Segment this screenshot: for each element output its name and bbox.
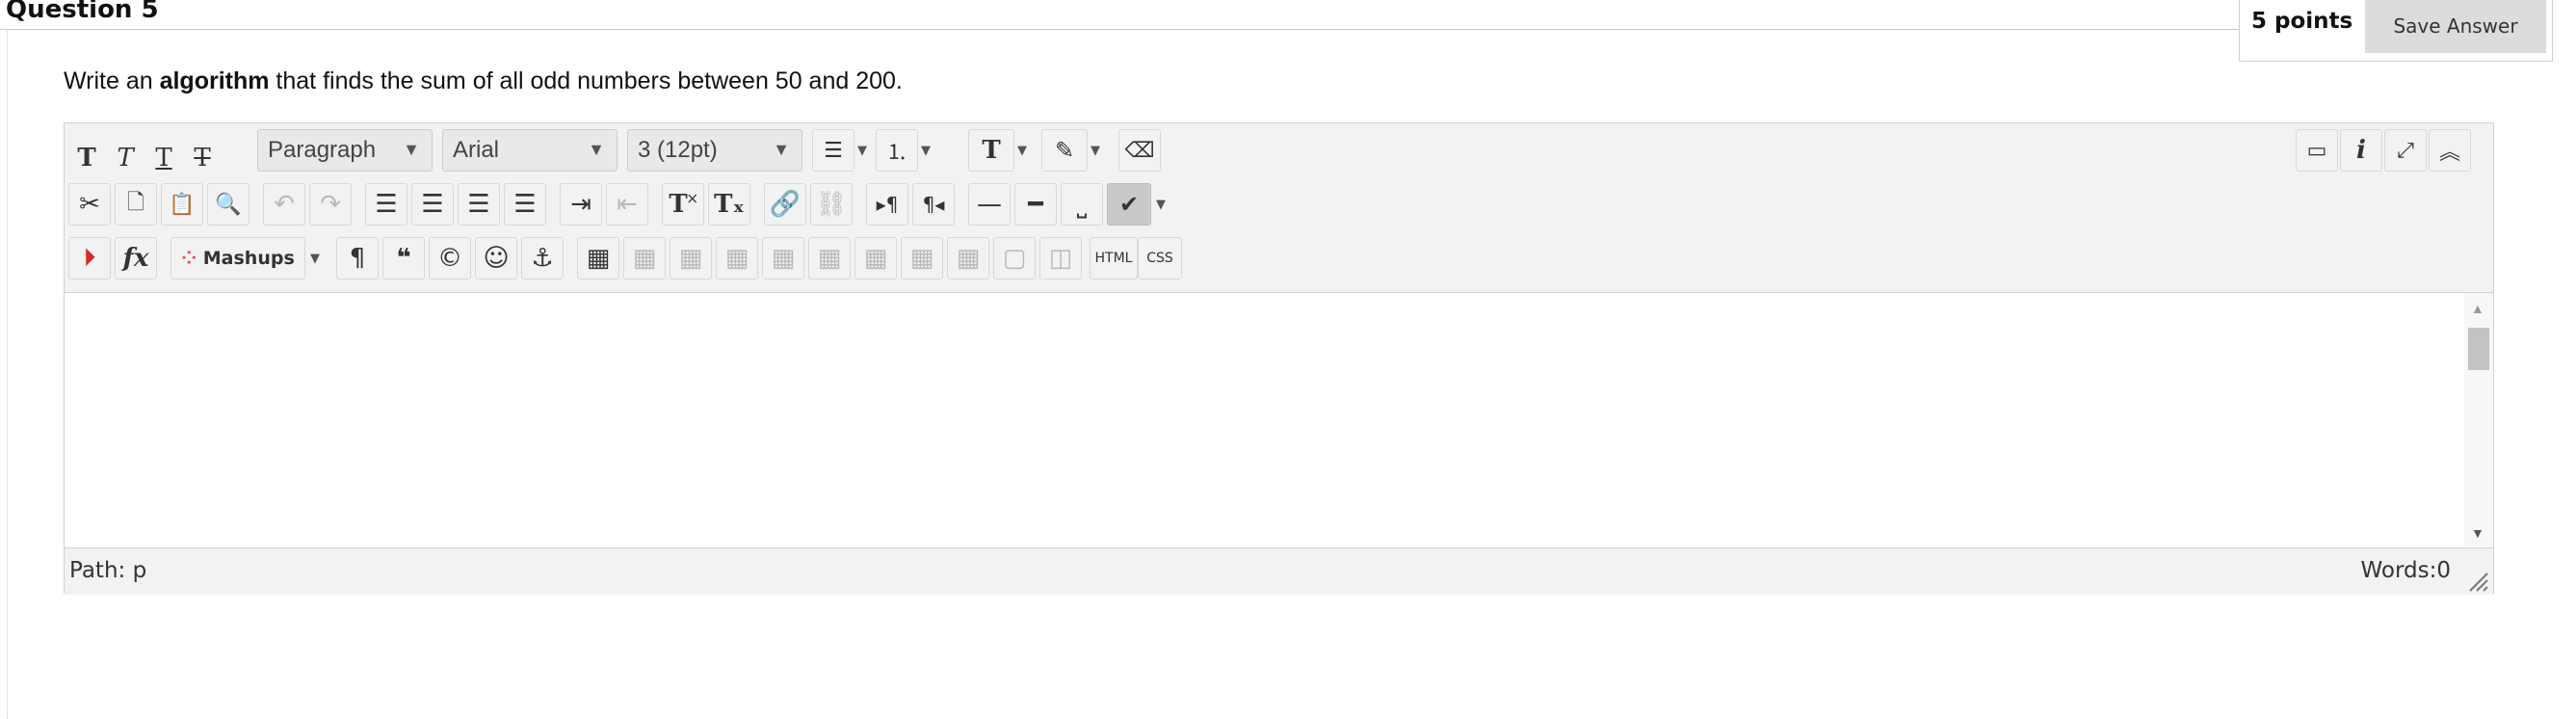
table-merge-cells-icon[interactable]: ▦	[947, 237, 989, 280]
outdent-icon[interactable]: ⇤	[606, 183, 648, 226]
table-cell-props-icon[interactable]: ▢	[993, 237, 1036, 280]
font-size-select[interactable]: 3 (12pt) ▼	[627, 129, 802, 172]
youtube-icon[interactable]: ⏵	[68, 237, 111, 280]
bullet-list-dropdown[interactable]: ▼	[853, 129, 872, 172]
spellcheck-icon[interactable]: ✔	[1107, 183, 1151, 226]
word-count: Words:0	[2360, 558, 2451, 583]
html-source-button[interactable]: HTML	[1090, 237, 1138, 280]
question-prompt: Write an algorithm that finds the sum of…	[64, 67, 903, 95]
chevron-down-icon: ▼	[588, 140, 605, 159]
scroll-down-icon[interactable]: ▼	[2471, 525, 2484, 541]
fullscreen-icon[interactable]: ⤢	[2384, 129, 2427, 172]
numbered-list-dropdown[interactable]: ▼	[916, 129, 935, 172]
align-left-icon[interactable]: ☰	[365, 183, 407, 226]
paragraph-format-value: Paragraph	[268, 137, 377, 163]
css-button[interactable]: CSS	[1138, 237, 1182, 280]
table-col-after-icon[interactable]: ▦	[808, 237, 851, 280]
question-divider	[0, 29, 2245, 30]
element-path: Path: p	[69, 558, 147, 583]
vertical-scrollbar[interactable]: ▲ ▼	[2464, 293, 2493, 546]
table-delete-col-icon[interactable]: ▦	[854, 237, 897, 280]
undo-icon[interactable]: ↶	[263, 183, 305, 226]
underline-button[interactable]: T	[145, 137, 182, 179]
question-title: Question 5	[6, 0, 159, 24]
rtl-icon[interactable]: ¶◂	[912, 183, 955, 226]
bold-button[interactable]: T	[68, 137, 105, 179]
mashups-icon: ⁘	[181, 248, 197, 269]
horizontal-rule-icon[interactable]: —	[968, 183, 1011, 226]
paragraph-format-select[interactable]: Paragraph ▼	[257, 129, 433, 172]
table-row-before-icon[interactable]: ▦	[623, 237, 666, 280]
align-justify-icon[interactable]: ☰	[504, 183, 546, 226]
copy-icon[interactable]: 🗋	[115, 183, 157, 226]
blockquote-icon[interactable]: ❝	[382, 237, 425, 280]
anchor-icon[interactable]: ⚓	[521, 237, 564, 280]
editor-toolbar: T T T T Paragraph ▼ Arial ▼ 3 (12pt) ▼ ☰…	[65, 123, 2493, 293]
prompt-bold-term: algorithm	[159, 67, 270, 94]
numbered-list-icon[interactable]: ⒈	[876, 129, 918, 172]
text-color-icon[interactable]: T	[968, 129, 1014, 172]
italic-button[interactable]: T	[107, 137, 144, 179]
mashups-dropdown[interactable]: ▼	[305, 237, 325, 280]
unlink-icon[interactable]: ⛓	[810, 183, 853, 226]
highlight-icon[interactable]: ✎	[1041, 129, 1088, 172]
prompt-text-end: that finds the sum of all odd numbers be…	[269, 67, 903, 94]
info-icon[interactable]: i	[2340, 129, 2382, 172]
emoticon-icon[interactable]: ☺	[475, 237, 517, 280]
preview-icon[interactable]: ▭	[2296, 129, 2338, 172]
redo-icon[interactable]: ↷	[309, 183, 352, 226]
align-right-icon[interactable]: ☰	[458, 183, 500, 226]
prompt-text-start: Write an	[64, 67, 160, 94]
table-col-before-icon[interactable]: ▦	[762, 237, 804, 280]
special-character-icon[interactable]: ©	[429, 237, 471, 280]
align-center-icon[interactable]: ☰	[411, 183, 454, 226]
font-size-value: 3 (12pt)	[638, 137, 718, 163]
strikethrough-button[interactable]: T	[184, 137, 221, 179]
scrollbar-thumb[interactable]	[2468, 328, 2489, 370]
paste-icon[interactable]: 📋	[161, 183, 203, 226]
ltr-icon[interactable]: ▸¶	[866, 183, 908, 226]
editor-content-area[interactable]	[65, 293, 2493, 546]
math-formula-icon[interactable]: fx	[115, 237, 157, 280]
link-icon[interactable]: 🔗	[764, 183, 806, 226]
font-family-select[interactable]: Arial ▼	[442, 129, 618, 172]
cut-icon[interactable]: ✂	[68, 183, 111, 226]
find-icon[interactable]: 🔍	[207, 183, 250, 226]
scroll-up-icon[interactable]: ▲	[2471, 301, 2484, 316]
spellcheck-dropdown[interactable]: ▼	[1151, 183, 1170, 226]
bullet-list-icon[interactable]: ☰	[812, 129, 854, 172]
table-split-cells-icon[interactable]: ▦	[901, 237, 943, 280]
mashups-label: Mashups	[202, 248, 295, 269]
chevron-down-icon: ▼	[773, 140, 790, 159]
editor-statusbar: Path: p Words:0	[65, 547, 2493, 595]
collapse-toolbar-icon[interactable]: ︽	[2429, 129, 2471, 172]
rich-text-editor: T T T T Paragraph ▼ Arial ▼ 3 (12pt) ▼ ☰…	[64, 122, 2494, 595]
indent-icon[interactable]: ⇥	[560, 183, 602, 226]
show-blocks-icon[interactable]: ¶	[336, 237, 379, 280]
superscript-icon[interactable]: T˟	[662, 183, 704, 226]
insert-table-icon[interactable]: ▦	[577, 237, 619, 280]
resize-handle-icon[interactable]	[2466, 570, 2489, 593]
chevron-down-icon: ▼	[403, 140, 420, 159]
nonbreaking-space-icon[interactable]: ⎵	[1061, 183, 1103, 226]
table-split-icon[interactable]: ◫	[1039, 237, 1082, 280]
highlight-dropdown[interactable]: ▼	[1086, 129, 1105, 172]
eraser-icon[interactable]: ⌫	[1118, 129, 1161, 172]
table-row-after-icon[interactable]: ▦	[670, 237, 712, 280]
font-family-value: Arial	[453, 137, 500, 163]
text-color-dropdown[interactable]: ▼	[1012, 129, 1032, 172]
subscript-icon[interactable]: Tₓ	[708, 183, 750, 226]
table-delete-row-icon[interactable]: ▦	[716, 237, 758, 280]
mashups-button[interactable]: ⁘ Mashups	[171, 237, 305, 280]
thick-rule-icon[interactable]: ━	[1014, 183, 1057, 226]
